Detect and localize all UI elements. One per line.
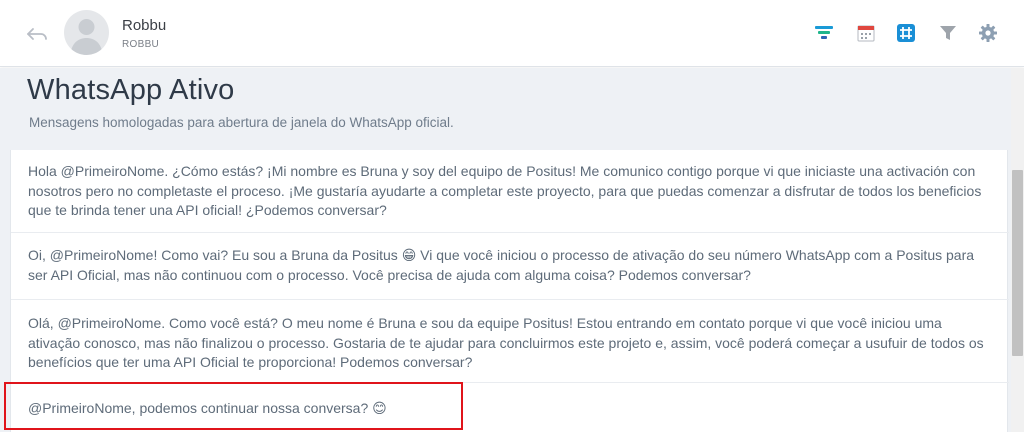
calendar-icon[interactable] <box>856 23 876 43</box>
scrollbar-thumb[interactable] <box>1012 170 1023 356</box>
contact-subtitle: ROBBU <box>122 39 160 50</box>
templates-panel: WhatsApp Ativo Mensagens homologadas par… <box>0 68 1024 432</box>
page-subtitle: Mensagens homologadas para abertura de j… <box>29 115 454 130</box>
grid-icon[interactable] <box>896 23 916 43</box>
avatar[interactable] <box>64 10 109 55</box>
template-message[interactable]: Olá, @PrimeiroNome. Como você está? O me… <box>11 300 1009 383</box>
selection-highlight <box>4 382 463 430</box>
template-message[interactable]: Hola @PrimeiroNome. ¿Cómo estás? ¡Mi nom… <box>11 150 1009 233</box>
page-title: WhatsApp Ativo <box>27 74 235 106</box>
template-message[interactable]: Oi, @PrimeiroNome! Como vai? Eu sou a Br… <box>11 233 1009 300</box>
gear-icon[interactable] <box>978 23 998 43</box>
funnel-color-icon[interactable] <box>814 23 834 43</box>
top-bar: Robbu ROBBU <box>0 0 1024 67</box>
filter-icon[interactable] <box>938 23 958 43</box>
contact-name: Robbu <box>122 17 167 34</box>
back-icon[interactable] <box>25 22 49 46</box>
